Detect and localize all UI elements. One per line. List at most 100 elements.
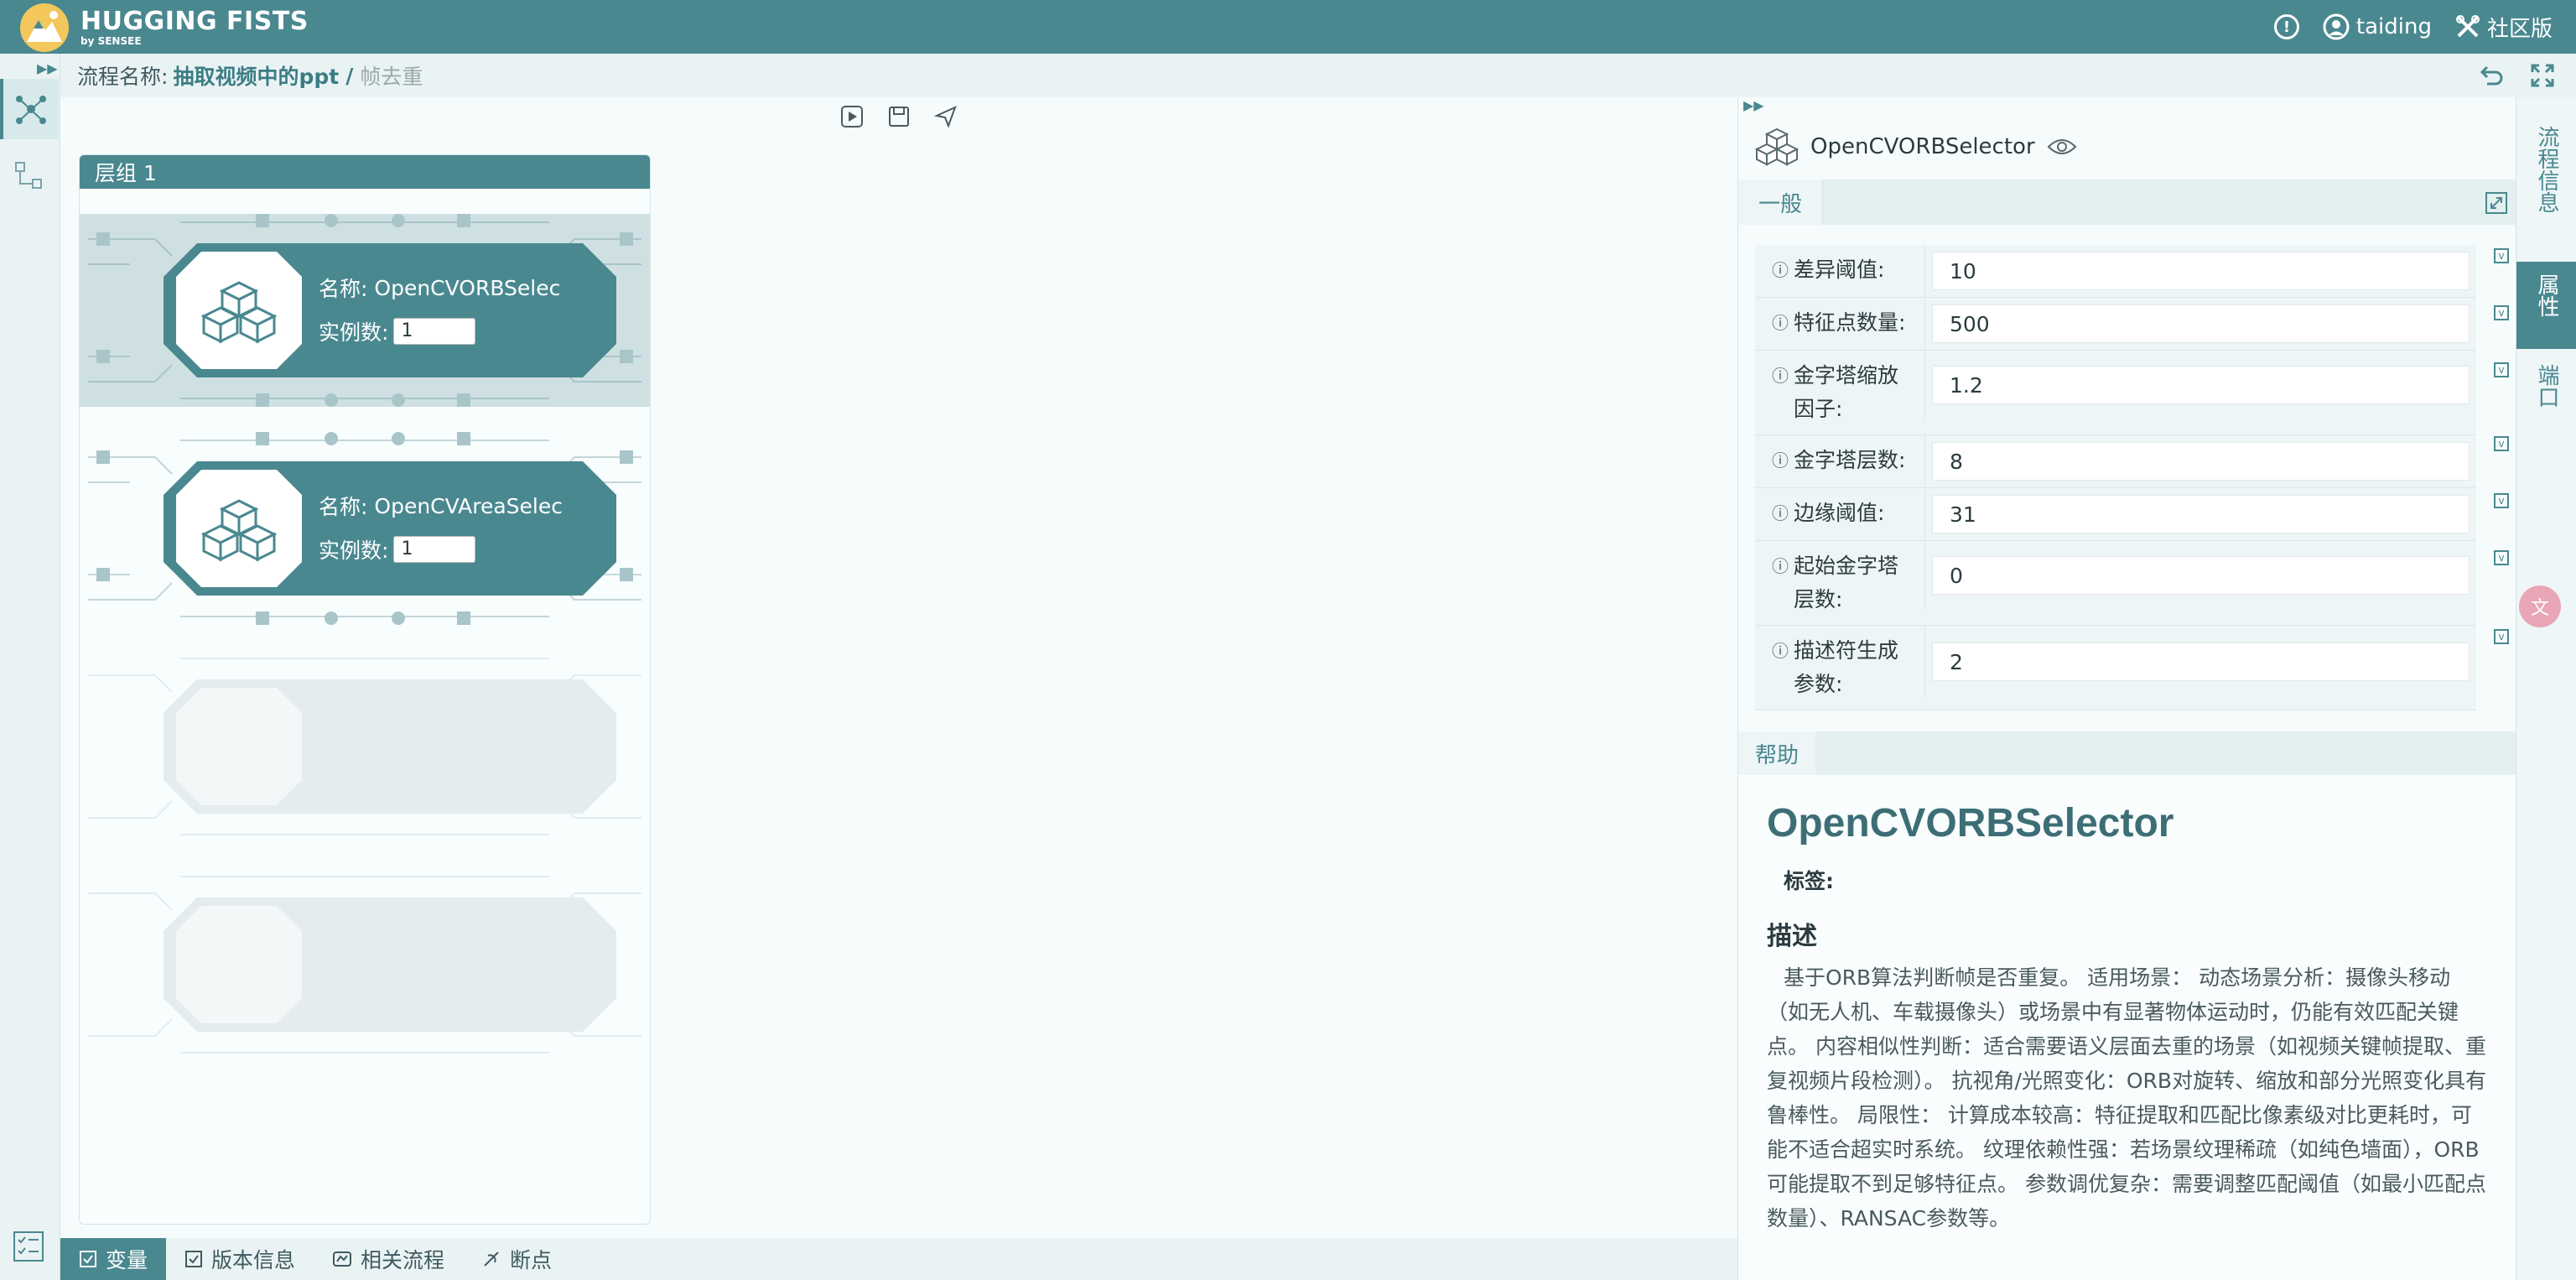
- help-content: OpenCVORBSelector 标签: 描述 基于ORB算法判断帧是否重复。…: [1738, 775, 2516, 1280]
- property-input[interactable]: 31: [1932, 495, 2470, 533]
- flow-icon: [333, 1251, 352, 1267]
- tab-breakpoints-label: 断点: [510, 1248, 553, 1272]
- layer-group-title: 层组 1: [80, 155, 650, 189]
- property-row: ⓘ 特征点数量: 500: [1755, 298, 2476, 351]
- tab-properties[interactable]: 属性: [2516, 262, 2576, 349]
- node-card[interactable]: 名称: OpenCVORBSelec 实例数: 1: [80, 214, 650, 407]
- chevron-down-icon[interactable]: v: [2494, 629, 2509, 644]
- checkbox-icon: [185, 1251, 203, 1267]
- fullscreen-icon[interactable]: [2529, 62, 2556, 89]
- general-tab-bar: 一般: [1738, 180, 2516, 225]
- property-input[interactable]: 1.2: [1932, 366, 2470, 404]
- node-name: OpenCVORBSelec: [374, 275, 561, 300]
- brand-subtitle: by SENSEE: [80, 35, 142, 47]
- empty-node-slot[interactable]: [80, 650, 650, 843]
- save-button[interactable]: [886, 104, 911, 129]
- bottom-tab-bar: 变量 版本信息 相关流程 断点: [60, 1238, 1737, 1280]
- chevron-down-icon[interactable]: v: [2494, 362, 2509, 377]
- username: taiding: [2355, 14, 2432, 39]
- save-icon: [889, 107, 909, 127]
- breakpoint-icon: [484, 1251, 499, 1267]
- expand-icon[interactable]: [2485, 191, 2508, 215]
- property-label: 描述符生成参数:: [1794, 638, 1899, 696]
- property-grid: ⓘ 差异阈值: 10 ⓘ 特征点数量: 500 ⓘ 金字塔缩放因子: 1.2 ⓘ 金字塔…: [1755, 245, 2476, 710]
- publish-button[interactable]: [933, 104, 958, 129]
- eye-icon[interactable]: [2047, 137, 2077, 157]
- property-input[interactable]: 2: [1932, 643, 2470, 681]
- undo-icon[interactable]: [2477, 62, 2504, 89]
- node-name-label: 名称:: [319, 495, 368, 519]
- node-instances-label: 实例数:: [319, 320, 389, 345]
- property-label: 特征点数量:: [1794, 310, 1906, 335]
- layer-group[interactable]: 层组 1 名称: OpenCVORBSelec 实例数: 1 名称: OpenC…: [79, 154, 651, 1225]
- edition-button[interactable]: 社区版: [2455, 12, 2553, 43]
- tab-variables-label: 变量: [106, 1248, 148, 1272]
- expand-left-icon[interactable]: ▶▶: [37, 60, 58, 76]
- tab-related-flows[interactable]: 相关流程: [314, 1238, 463, 1280]
- tab-flow-info-label: 流程信息: [2534, 126, 2559, 213]
- help-tab-bar: 帮助: [1738, 731, 2516, 775]
- tab-variables[interactable]: 变量: [60, 1238, 167, 1280]
- property-label: 起始金字塔层数:: [1794, 554, 1899, 611]
- node-name: OpenCVAreaSelec: [374, 493, 563, 518]
- property-input[interactable]: 8: [1932, 442, 2470, 481]
- user-icon: [2323, 13, 2350, 40]
- tab-general[interactable]: 一般: [1738, 180, 1824, 225]
- property-row: ⓘ 边缘阈值: 31: [1755, 488, 2476, 541]
- property-label: 差异阈值:: [1794, 258, 1885, 282]
- property-input[interactable]: 500: [1932, 304, 2470, 343]
- checklist-icon[interactable]: [12, 1230, 45, 1267]
- collapse-panel-icon[interactable]: ▶▶: [1743, 97, 1764, 113]
- chevron-down-icon[interactable]: v: [2494, 436, 2509, 451]
- tab-related-flows-label: 相关流程: [361, 1248, 445, 1272]
- rail-flow-button[interactable]: [0, 79, 59, 139]
- help-tags-label: 标签:: [1784, 869, 1834, 893]
- tab-flow-info[interactable]: 流程信息: [2516, 126, 2576, 252]
- flow-canvas[interactable]: 层组 1 名称: OpenCVORBSelec 实例数: 1 名称: OpenC…: [60, 97, 1737, 1238]
- translate-icon[interactable]: 文: [2519, 585, 2561, 627]
- flow-name-link[interactable]: 抽取视频中的ppt: [173, 60, 339, 91]
- panel-title: OpenCVORBSelector: [1810, 134, 2035, 159]
- graph-icon: [16, 96, 46, 124]
- top-bar: HUGGING FISTS by SENSEE ! taiding 社区版: [0, 0, 2576, 54]
- tab-version-info[interactable]: 版本信息: [166, 1238, 314, 1280]
- instances-stepper[interactable]: 1: [393, 318, 476, 345]
- empty-node-slot[interactable]: [80, 868, 650, 1061]
- play-icon: [841, 106, 863, 127]
- property-input[interactable]: 0: [1932, 556, 2470, 595]
- edition-label: 社区版: [2486, 16, 2553, 42]
- user-menu[interactable]: taiding: [2323, 13, 2432, 40]
- property-row: ⓘ 金字塔缩放因子: 1.2: [1755, 351, 2476, 435]
- help-heading: OpenCVORBSelector: [1767, 801, 2174, 846]
- flow-name-label: 流程名称:: [77, 65, 169, 89]
- help-description-heading: 描述: [1767, 922, 1817, 951]
- chevron-down-icon[interactable]: v: [2494, 550, 2509, 565]
- node-card[interactable]: 名称: OpenCVAreaSelec 实例数: 1: [80, 432, 650, 625]
- instances-input[interactable]: 1: [393, 536, 476, 563]
- canvas-toolbar: [60, 97, 1737, 134]
- breadcrumb-separator: /: [345, 63, 354, 88]
- tab-breakpoints[interactable]: 断点: [463, 1238, 570, 1280]
- cubes-icon: [1755, 127, 1799, 166]
- tab-ports[interactable]: 端口: [2516, 364, 2576, 440]
- empty-slot-shape: [88, 876, 641, 1054]
- chevron-down-icon[interactable]: v: [2494, 248, 2509, 263]
- help-button[interactable]: !: [2273, 14, 2299, 39]
- info-icon: ⓘ: [1772, 503, 1789, 523]
- info-icon: ⓘ: [1772, 313, 1789, 333]
- info-icon: ⓘ: [1772, 366, 1789, 386]
- chevron-down-icon[interactable]: v: [2494, 493, 2509, 508]
- info-icon: ⓘ: [1772, 450, 1789, 471]
- rail-module-button[interactable]: [0, 146, 59, 206]
- chevron-down-icon[interactable]: v: [2494, 305, 2509, 320]
- run-button[interactable]: [839, 104, 865, 129]
- help-description: 基于ORB算法判断帧是否重复。 适用场景： 动态场景分析：摄像头移动（如无人机、…: [1767, 965, 2487, 1231]
- property-row: ⓘ 描述符生成参数: 2: [1755, 626, 2476, 710]
- info-icon: ⓘ: [1772, 260, 1789, 280]
- logo-icon: [20, 3, 69, 52]
- info-icon: ⓘ: [1772, 556, 1789, 576]
- property-row: ⓘ 起始金字塔层数: 0: [1755, 541, 2476, 626]
- tab-help[interactable]: 帮助: [1738, 731, 1816, 775]
- brand-name: HUGGING FISTS: [80, 7, 309, 36]
- property-input[interactable]: 10: [1932, 252, 2470, 290]
